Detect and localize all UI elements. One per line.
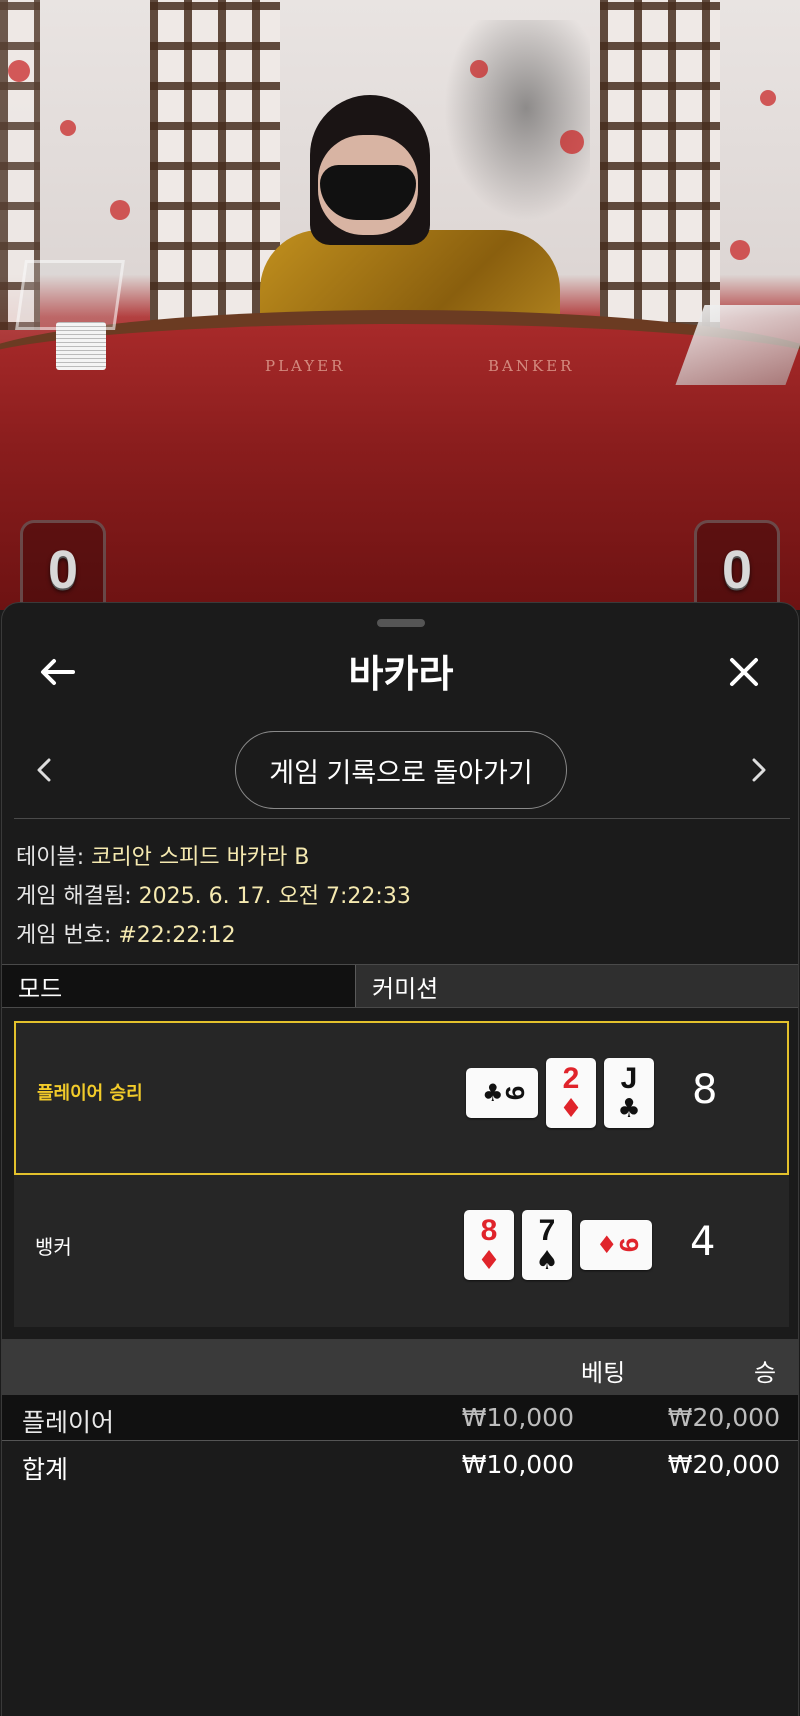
sheet-title: 바카라 (348, 652, 454, 696)
card-rank: J (620, 1062, 638, 1095)
dealer (260, 90, 590, 360)
banker-cards: 8 ♦ 7 ♠ ♦ 9 (464, 1209, 652, 1281)
playing-card: 7 ♠ (522, 1210, 572, 1280)
close-icon (730, 658, 758, 686)
table-info-value: 코리안 스피드 바카라 B (91, 845, 310, 870)
bet-row: 플레이어 ₩10,000 ₩20,000 (2, 1395, 798, 1441)
resolved-info-value: 2025. 6. 17. 오전 7:22:33 (138, 884, 411, 909)
blossom-decoration (760, 90, 776, 106)
card-deck (56, 322, 106, 370)
player-hand-total: 8 (692, 1067, 718, 1113)
table-info-label: 테이블: (16, 845, 92, 870)
player-score: 0 (47, 540, 79, 600)
mode-bar: 모드 커미션 (2, 964, 798, 1008)
win-column-header: 승 (754, 1359, 777, 1387)
total-payout: ₩20,000 (667, 1450, 780, 1479)
banker-hand-row: 뱅커 8 ♦ 7 ♠ ♦ 9 4 (14, 1175, 789, 1329)
banker-hand-label: 뱅커 (35, 1235, 72, 1259)
blossom-decoration (110, 200, 130, 220)
resolved-info: 게임 해결됨: 2025. 6. 17. 오전 7:22:33 (16, 878, 411, 910)
table-info: 테이블: 코리안 스피드 바카라 B (16, 839, 309, 871)
game-number-label: 게임 번호: (16, 923, 119, 948)
blossom-decoration (8, 60, 30, 82)
table-label-player: PLAYER (265, 357, 346, 375)
card-suit-icon: ♦ (559, 1094, 583, 1124)
chevron-left-icon (37, 758, 51, 782)
divider (14, 818, 790, 819)
game-number-info: 게임 번호: #22:22:12 (16, 917, 236, 949)
banker-score-box: 0 (694, 520, 780, 610)
bet-row-name: 플레이어 (22, 1408, 115, 1437)
card-suit-icon: ♣ (617, 1094, 641, 1124)
playing-card: 2 ♦ (546, 1058, 596, 1128)
table-label-banker: BANKER (488, 357, 575, 375)
resolved-info-label: 게임 해결됨: (16, 884, 139, 909)
mode-label: 모드 (2, 965, 355, 1007)
baccarat-table (0, 310, 800, 610)
card-rank: 2 (562, 1062, 580, 1095)
banker-hand-total: 4 (690, 1219, 716, 1265)
card-rank: 9 (499, 1085, 530, 1101)
banker-score: 0 (721, 540, 753, 600)
back-to-history-button[interactable]: 게임 기록으로 돌아가기 (235, 731, 567, 809)
hand-results: 플레이어 승리 ♣ 9 2 ♦ J ♣ 8 뱅커 8 ♦ 7 ♠ ♦ 9 4 (14, 1021, 789, 1327)
bets-table-header: 베팅 승 (2, 1339, 798, 1395)
card-suit-icon: ♦ (477, 1246, 501, 1276)
mode-value: 커미션 (355, 965, 798, 1007)
player-hand-row: 플레이어 승리 ♣ 9 2 ♦ J ♣ 8 (14, 1021, 789, 1175)
total-bet: ₩10,000 (461, 1450, 574, 1479)
playing-card: ♦ 9 (580, 1220, 652, 1270)
close-button[interactable] (719, 647, 769, 697)
playing-card: 8 ♦ (464, 1210, 514, 1280)
card-rank: 7 (538, 1214, 556, 1247)
drag-handle[interactable] (377, 619, 425, 627)
player-score-box: 0 (20, 520, 106, 610)
next-game-button[interactable] (739, 745, 779, 795)
game-number-value: #22:22:12 (118, 923, 236, 948)
bet-column-header: 베팅 (581, 1359, 626, 1387)
player-hand-label: 플레이어 승리 (37, 1083, 143, 1104)
bet-row-amount: ₩10,000 (461, 1403, 574, 1432)
lattice-screen (600, 0, 720, 330)
total-label: 합계 (22, 1455, 69, 1484)
card-rank: 8 (480, 1214, 498, 1247)
game-detail-sheet: 바카라 게임 기록으로 돌아가기 테이블: 코리안 스피드 바카라 B 게임 해… (1, 602, 799, 1716)
card-rank: 9 (613, 1237, 644, 1253)
card-suit-icon: ♠ (535, 1246, 559, 1276)
blossom-decoration (60, 120, 76, 136)
discard-tray (15, 260, 125, 330)
bet-total-row: 합계 ₩10,000 ₩20,000 (2, 1442, 798, 1488)
bet-row-payout: ₩20,000 (667, 1403, 780, 1432)
chevron-right-icon (752, 758, 766, 782)
player-cards: ♣ 9 2 ♦ J ♣ (466, 1057, 654, 1129)
blossom-decoration (470, 60, 488, 78)
playing-card: ♣ 9 (466, 1068, 538, 1118)
blossom-decoration (730, 240, 750, 260)
previous-game-button[interactable] (24, 745, 64, 795)
live-video-feed: PLAYER BANKER 0 0 (0, 0, 800, 610)
playing-card: J ♣ (604, 1058, 654, 1128)
